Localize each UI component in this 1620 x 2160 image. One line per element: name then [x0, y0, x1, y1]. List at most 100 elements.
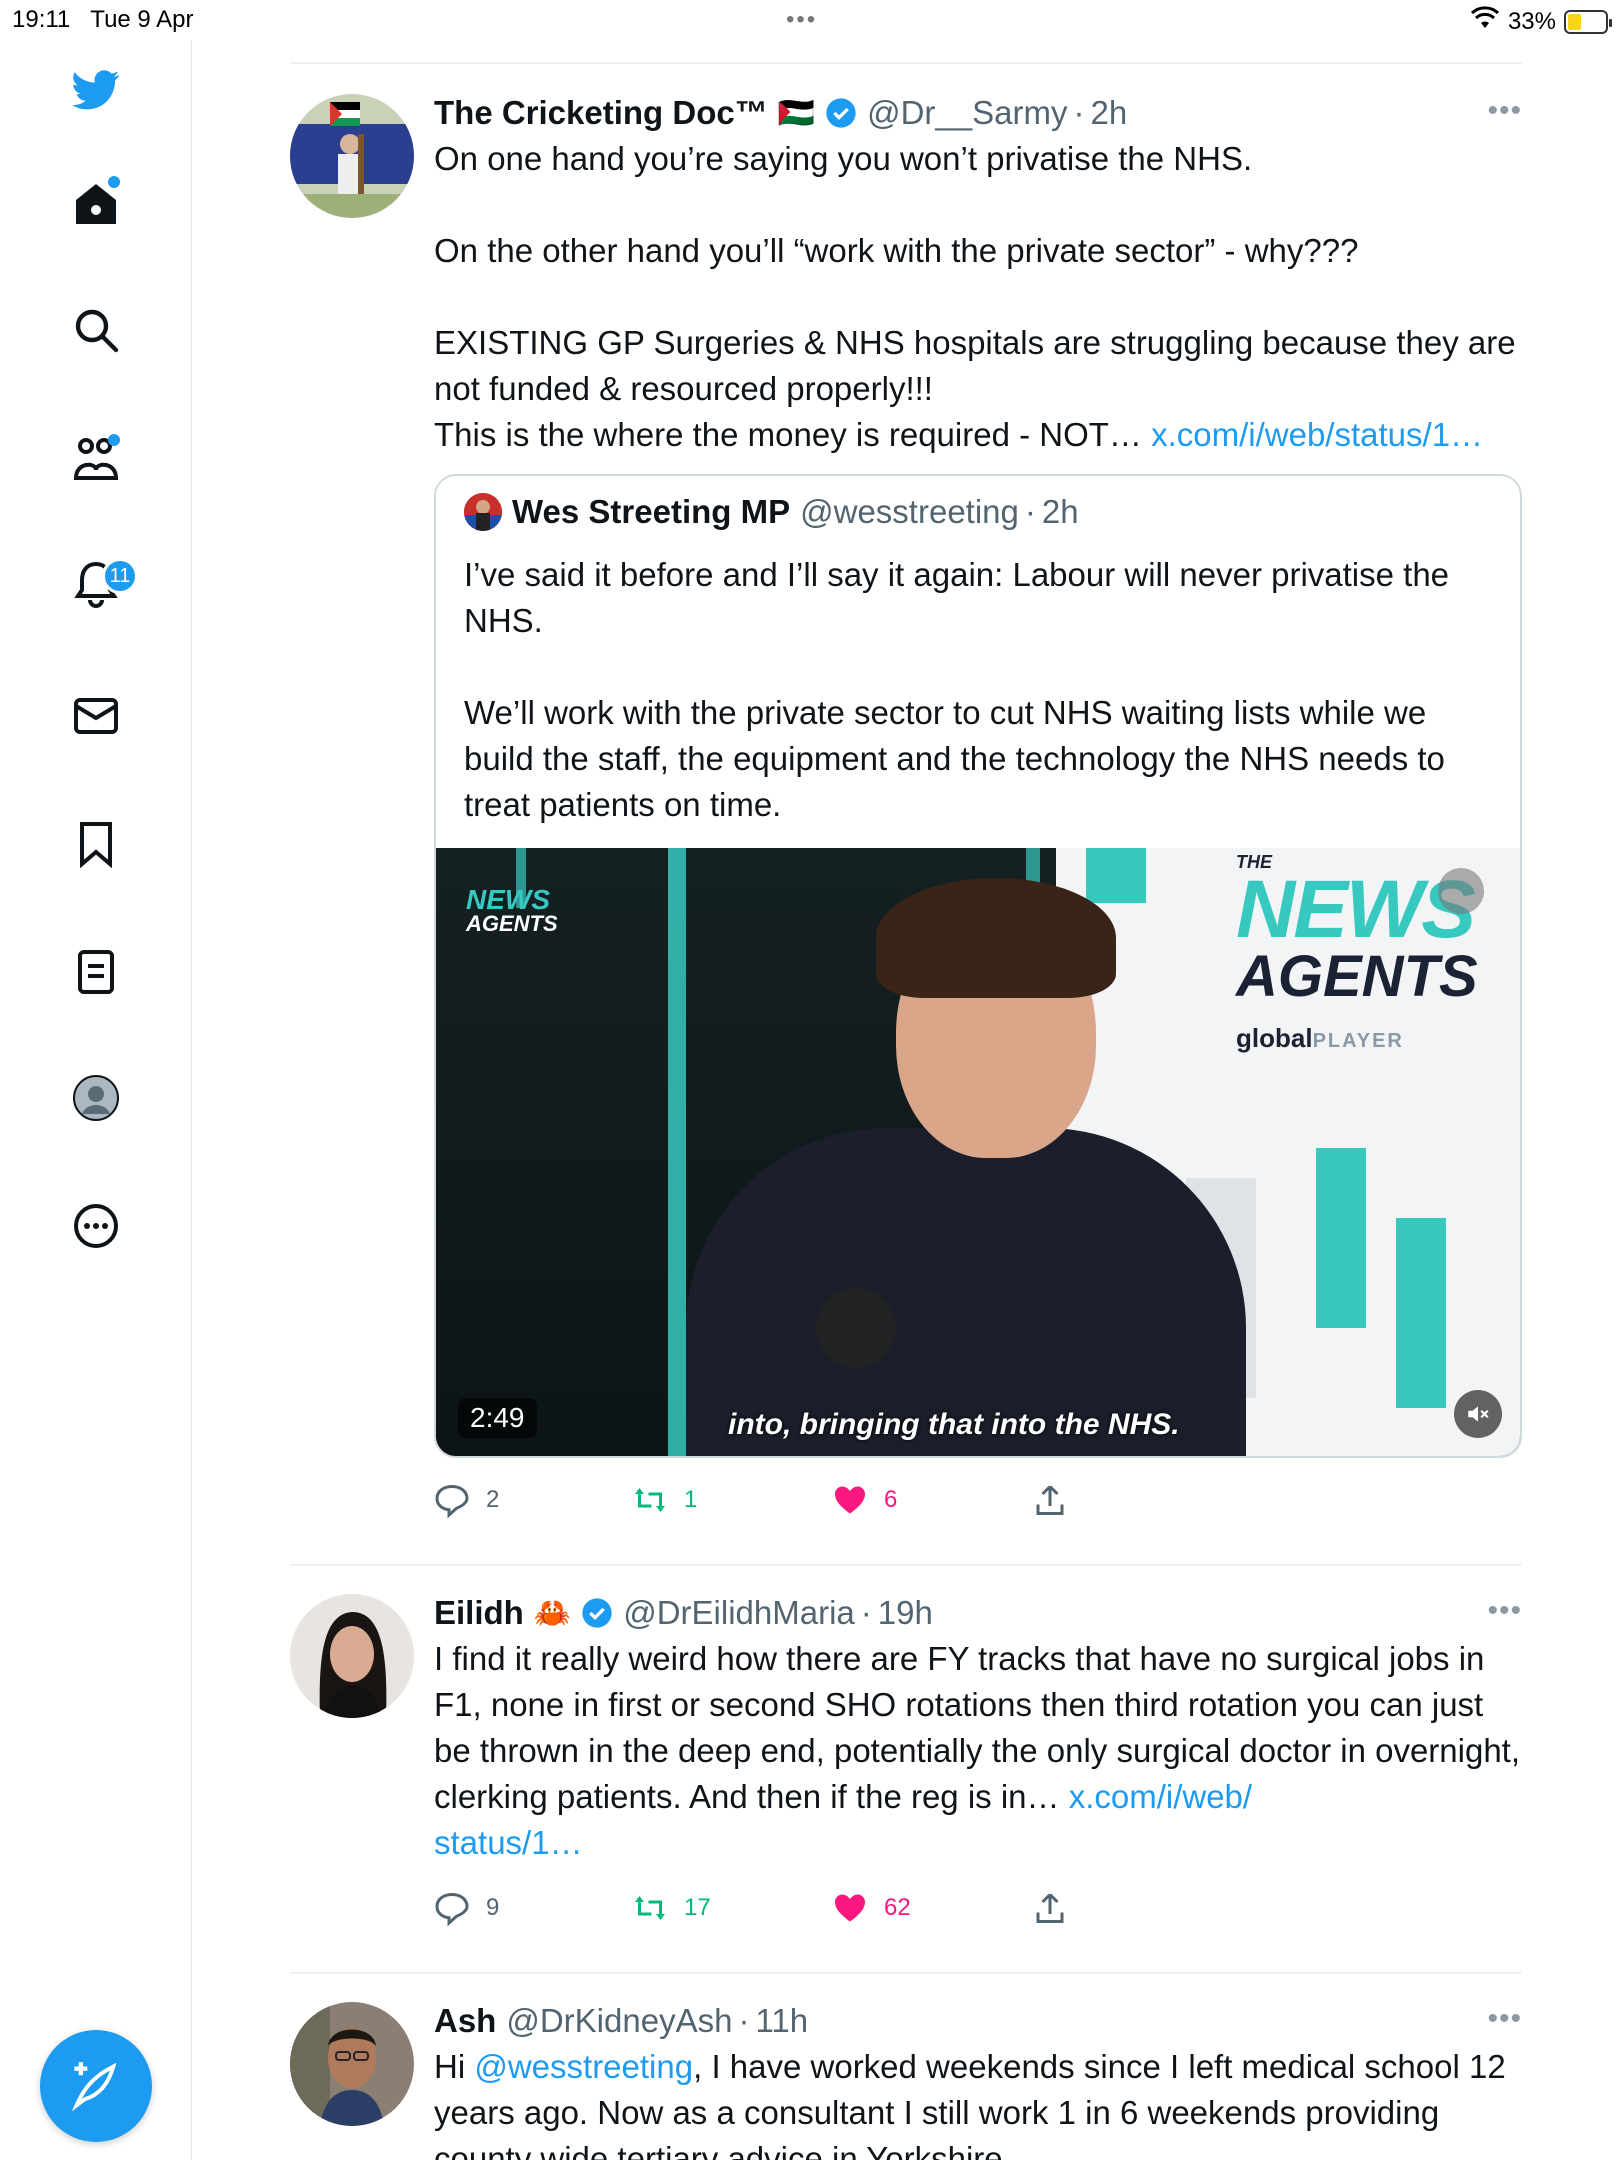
tweet-timestamp[interactable]: 19h: [878, 1594, 933, 1632]
header-separator: ·: [860, 1594, 872, 1631]
status-bar: 19:11 Tue 9 Apr ••• 33%: [0, 0, 1620, 40]
more-options-icon[interactable]: •••: [1487, 94, 1522, 128]
video-duration: 2:49: [458, 1398, 537, 1438]
news-agents-logo-small: NEWS AGENTS: [466, 884, 558, 936]
quoted-header-separator: ·: [1024, 493, 1036, 530]
wifi-icon: [1470, 6, 1500, 37]
twitter-logo-icon[interactable]: [66, 60, 126, 120]
quoted-author-name[interactable]: Wes Streeting MP: [512, 493, 790, 531]
sidebar-item-communities[interactable]: [66, 428, 126, 488]
author-handle[interactable]: @DrKidneyAsh: [506, 2002, 732, 2040]
backdrop-bar: [1086, 848, 1146, 903]
heart-filled-icon: [835, 1894, 865, 1922]
status-time-date: 19:11 Tue 9 Apr: [12, 6, 194, 33]
author-handle[interactable]: @Dr__Sarmy: [867, 94, 1067, 132]
status-right: 33%: [1470, 6, 1612, 37]
quoted-tweet-text: I’ve said it before and I’ll say it agai…: [464, 556, 1450, 823]
reply-icon: [435, 1484, 469, 1518]
reply-button[interactable]: 2: [434, 1482, 632, 1518]
compose-feather-icon: [71, 2062, 117, 2112]
share-icon: [1036, 1485, 1064, 1515]
like-button[interactable]: 6: [832, 1482, 1032, 1518]
backdrop-bar: [1396, 1218, 1446, 1408]
author-name[interactable]: Ash: [434, 2002, 496, 2040]
backdrop-bar: [1316, 1148, 1366, 1328]
avatar[interactable]: [290, 94, 414, 218]
speaker-hair: [876, 878, 1116, 998]
multitask-dots[interactable]: •••: [786, 6, 817, 34]
tweet-timestamp[interactable]: 11h: [755, 2002, 808, 2040]
author-handle[interactable]: @DrEilidhMaria: [623, 1594, 855, 1632]
more-options-icon[interactable]: •••: [1487, 1594, 1522, 1628]
tweet-header: Ash @DrKidneyAsh · 11h: [434, 1998, 1522, 2044]
header-separator: ·: [738, 2002, 750, 2039]
timeline-feed: The Cricketing Doc™ 🇵🇸 @Dr__Sarmy · 2h •…: [290, 62, 1522, 2160]
author-name[interactable]: Eilidh: [434, 1594, 524, 1632]
video-subtitle: into, bringing that into the NHS.: [728, 1408, 1180, 1441]
reply-icon: [435, 1892, 469, 1926]
share-icon: [1036, 1893, 1064, 1923]
verified-badge-icon: [826, 98, 856, 128]
quoted-timestamp[interactable]: 2h: [1042, 493, 1079, 531]
author-flag-emoji: 🇵🇸: [777, 96, 816, 130]
tweet-header: The Cricketing Doc™ 🇵🇸 @Dr__Sarmy · 2h: [434, 90, 1522, 136]
more-icon: [74, 1204, 118, 1248]
share-button[interactable]: [1032, 1482, 1068, 1518]
tweet[interactable]: The Cricketing Doc™ 🇵🇸 @Dr__Sarmy · 2h •…: [290, 64, 1522, 1530]
like-button[interactable]: 62: [832, 1890, 1032, 1926]
tweet-actions: 9 17 62: [434, 1878, 1522, 1938]
home-unread-dot: [108, 176, 120, 188]
like-count: 62: [884, 1894, 911, 1921]
sidebar-item-messages[interactable]: [66, 686, 126, 746]
heart-filled-icon: [835, 1486, 865, 1514]
communities-unread-dot: [108, 434, 120, 446]
bookmarks-icon: [80, 822, 112, 868]
quoted-avatar[interactable]: [464, 493, 502, 531]
more-options-icon[interactable]: •••: [1487, 2002, 1522, 2036]
mute-icon[interactable]: [1454, 1390, 1502, 1438]
retweet-icon: [635, 1488, 665, 1512]
like-count: 6: [884, 1486, 898, 1513]
tweet-timestamp[interactable]: 2h: [1090, 94, 1127, 132]
sidebar-item-search[interactable]: [66, 300, 126, 360]
share-button[interactable]: [1032, 1890, 1068, 1926]
reply-button[interactable]: 9: [434, 1890, 632, 1926]
sidebar-item-more[interactable]: [66, 1196, 126, 1256]
studio-light-bar: [668, 848, 686, 1456]
sidebar-item-lists[interactable]: [66, 942, 126, 1002]
tweet[interactable]: Ash @DrKidneyAsh · 11h ••• Hi @wesstreet…: [290, 1974, 1522, 2160]
microphone: [816, 1288, 896, 1368]
retweet-icon: [635, 1896, 665, 1920]
avatar[interactable]: [290, 2002, 414, 2126]
quoted-tweet[interactable]: Wes Streeting MP @wesstreeting · 2h I’ve…: [434, 474, 1522, 1458]
sidebar-item-profile[interactable]: [66, 1068, 126, 1128]
compose-tweet-button[interactable]: [40, 2030, 152, 2142]
global-player-logo: globalPLAYER: [1236, 1023, 1404, 1053]
messages-icon: [74, 698, 118, 734]
verified-badge-icon: [582, 1598, 612, 1628]
captions-icon[interactable]: [1438, 868, 1484, 914]
tweet-text: I find it really weird how there are FY …: [434, 1640, 1530, 1861]
mention-link[interactable]: @wesstreeting: [474, 2048, 693, 2085]
reply-count: 9: [486, 1894, 500, 1921]
sidebar-nav: 11: [0, 40, 192, 2160]
author-name[interactable]: The Cricketing Doc™: [434, 94, 768, 132]
retweet-count: 17: [684, 1894, 711, 1921]
video-player[interactable]: NEWS AGENTS THE NEWS AGENTS globalPLAYER…: [436, 848, 1520, 1456]
notifications-badge: 11: [102, 558, 138, 594]
battery-icon: [1564, 9, 1612, 34]
tweet[interactable]: Eilidh 🦀 @DrEilidhMaria · 19h ••• I find…: [290, 1566, 1522, 1938]
tweet-link[interactable]: x.com/i/web/status/1…: [1151, 416, 1483, 453]
speaker-body: [686, 1128, 1246, 1456]
quoted-author-handle[interactable]: @wesstreeting: [800, 493, 1019, 531]
avatar[interactable]: [290, 1594, 414, 1718]
sidebar-item-bookmarks[interactable]: [66, 814, 126, 874]
retweet-button[interactable]: 1: [632, 1482, 832, 1518]
tweet-header: Eilidh 🦀 @DrEilidhMaria · 19h: [434, 1590, 1522, 1636]
profile-icon: [73, 1075, 119, 1121]
tweet-actions: 2 1 6: [434, 1470, 1522, 1530]
sidebar-item-home[interactable]: [66, 174, 126, 234]
lists-icon: [78, 950, 114, 994]
header-separator: ·: [1073, 94, 1085, 131]
retweet-button[interactable]: 17: [632, 1890, 832, 1926]
